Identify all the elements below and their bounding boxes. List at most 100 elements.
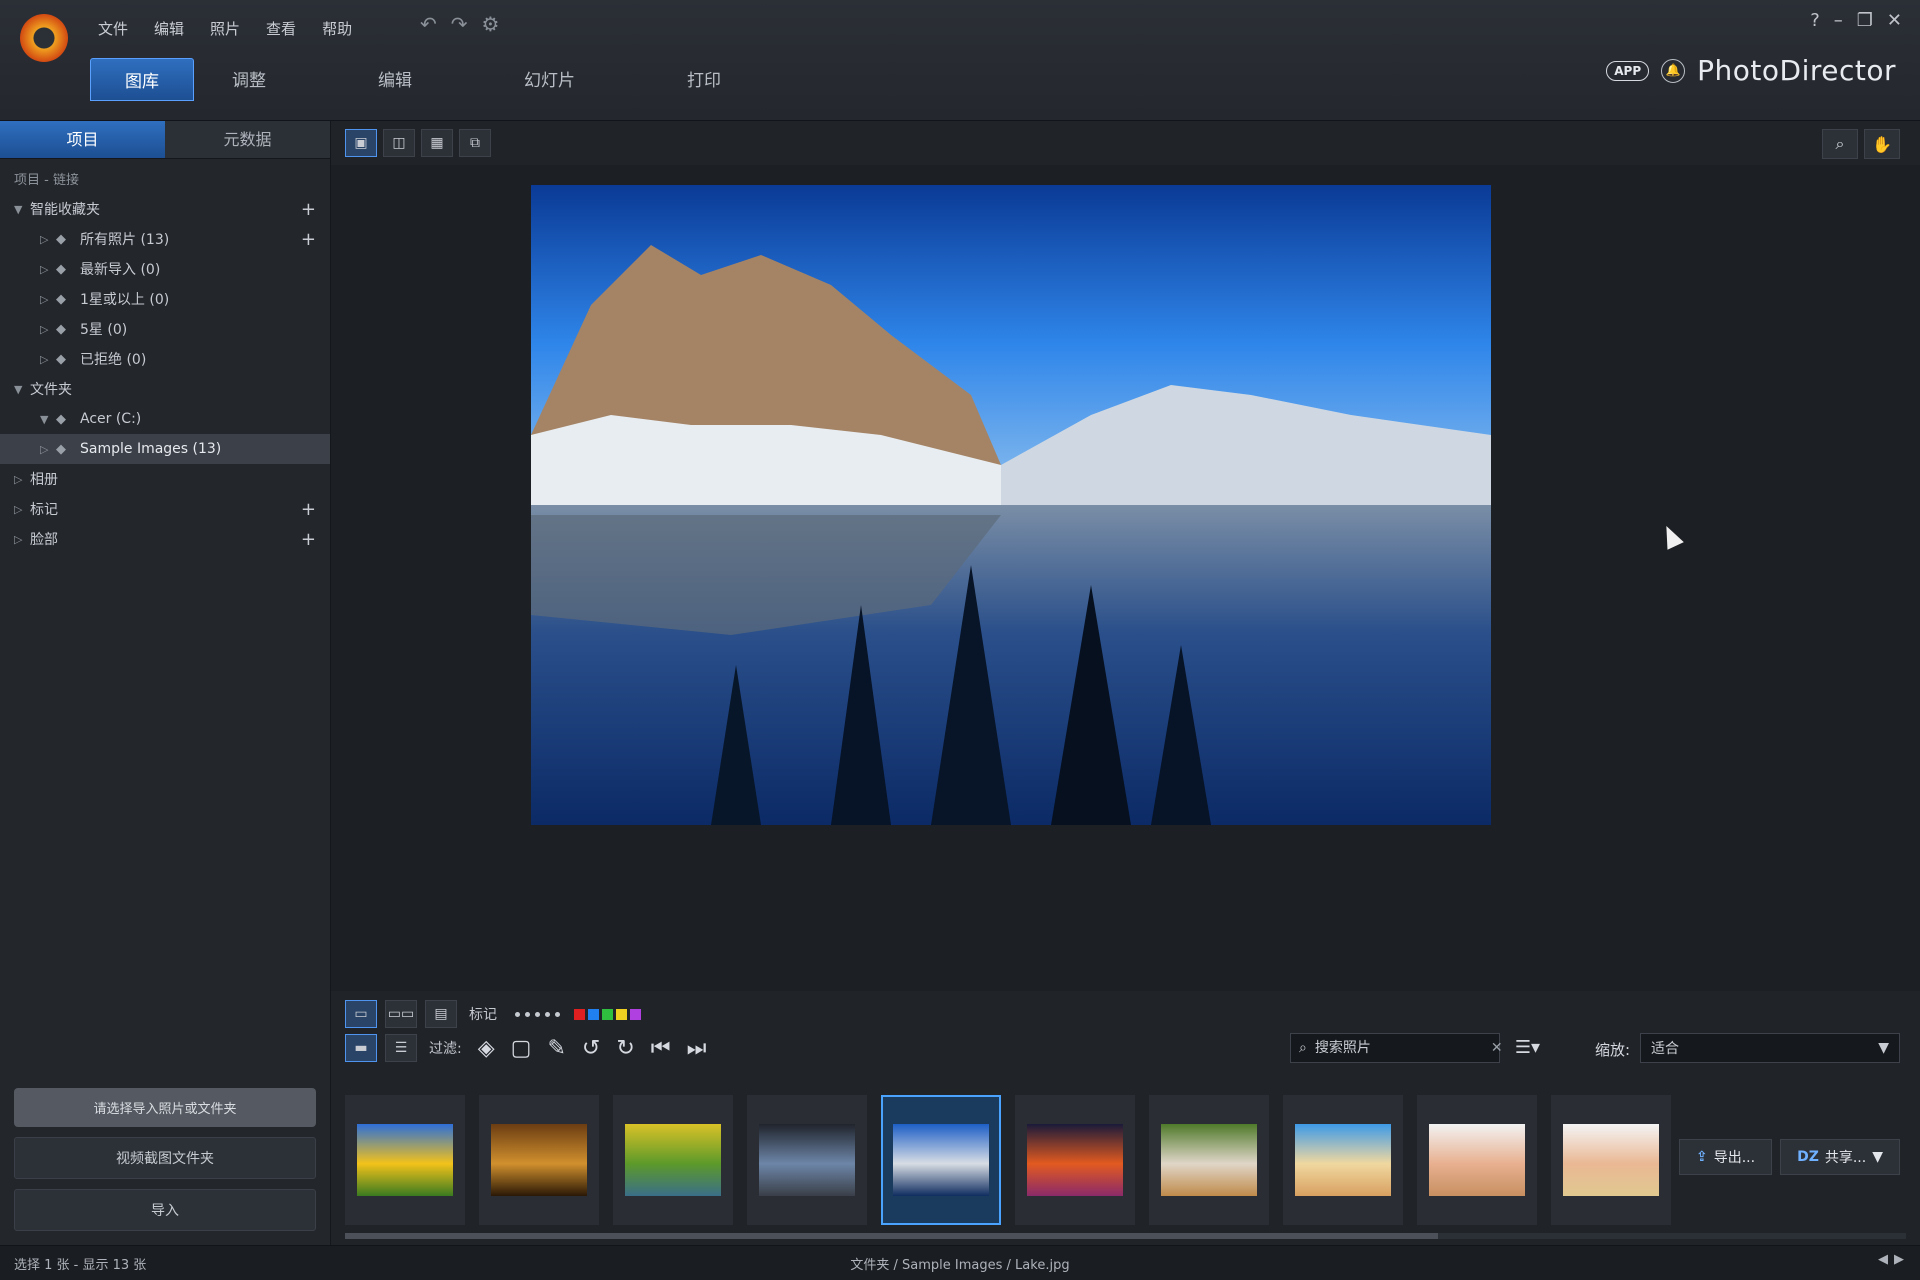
help-icon[interactable]: ? (1810, 10, 1820, 31)
filter-face-icon[interactable]: ◈ (474, 1036, 499, 1061)
tree-item[interactable]: ▼ 智能收藏夹 + (0, 194, 330, 224)
sort-icon[interactable]: ☰▾ (1515, 1037, 1540, 1058)
next-photo-icon[interactable]: ⏭ (683, 1036, 711, 1061)
zoom-dropdown[interactable]: 适合 ▼ (1640, 1033, 1900, 1063)
close-icon[interactable]: ✕ (1887, 10, 1902, 31)
filmstrip-scrollbar[interactable] (345, 1233, 1906, 1239)
notification-bell-icon[interactable]: 🔔 (1661, 58, 1686, 83)
expand-arrow-icon[interactable]: ▷ (40, 263, 56, 276)
thumbnail-spiral[interactable] (479, 1095, 599, 1225)
filter-brush-icon[interactable]: ✎ (543, 1036, 569, 1061)
color-label-swatch[interactable] (630, 1008, 641, 1020)
menu-photo[interactable]: 照片 (200, 14, 250, 43)
tree-item[interactable]: ▼ ◆ Acer (C:) (0, 404, 330, 434)
grid-view-icon[interactable]: ▦ (421, 129, 453, 157)
list-detail-icon[interactable]: ☰ (385, 1034, 417, 1062)
color-label-swatch[interactable] (574, 1008, 585, 1020)
add-icon[interactable]: + (301, 499, 316, 520)
previous-photo-icon[interactable]: ⏮ (647, 1036, 675, 1061)
settings-gear-icon[interactable]: ⚙ (482, 12, 500, 36)
menu-edit[interactable]: 编辑 (144, 14, 194, 43)
color-label-swatch[interactable] (616, 1008, 627, 1020)
clear-search-icon[interactable]: ✕ (1491, 1040, 1503, 1056)
share-button[interactable]: DZ 共享... ▼ (1780, 1139, 1900, 1175)
expand-arrow-icon[interactable]: ▷ (40, 293, 56, 306)
thumbnail-beach[interactable] (1283, 1095, 1403, 1225)
menu-help[interactable]: 帮助 (312, 14, 362, 43)
hand-pan-icon[interactable]: ✋ (1864, 129, 1900, 159)
redo-icon[interactable]: ↷ (451, 12, 468, 36)
tree-item[interactable]: ▷ 标记 + (0, 494, 330, 524)
tree-item[interactable]: ▷ ◆ 最新导入 (0) (0, 254, 330, 284)
star-1[interactable] (515, 1011, 520, 1017)
tree-item[interactable]: ▷ ◆ 5星 (0) (0, 314, 330, 344)
list-strip-icon[interactable]: ▬ (345, 1034, 377, 1062)
sidebar-tab-project[interactable]: 项目 (0, 121, 165, 159)
tab-library[interactable]: 图库 (90, 58, 194, 101)
tree-item[interactable]: ▷ ◆ 1星或以上 (0) (0, 284, 330, 314)
image-view-icon[interactable]: ◫ (383, 129, 415, 157)
tree-item[interactable]: ▷ 脸部 + (0, 524, 330, 554)
star-4[interactable] (545, 1011, 550, 1017)
search-input[interactable] (1312, 1039, 1491, 1057)
thumbnail-kitten[interactable] (1149, 1095, 1269, 1225)
add-icon[interactable]: + (301, 229, 316, 250)
watch-folder-button[interactable]: 视频截图文件夹 (14, 1137, 316, 1179)
expand-arrow-icon[interactable]: ▼ (14, 383, 30, 396)
tab-slideshow[interactable]: 幻灯片 (490, 58, 609, 101)
thumbnail-sunflower[interactable] (345, 1095, 465, 1225)
star-2[interactable] (525, 1011, 530, 1017)
rotate-left-icon[interactable]: ↺ (578, 1036, 604, 1061)
rotate-right-icon[interactable]: ↻ (612, 1036, 638, 1061)
filmstrip-double-icon[interactable]: ▭▭ (385, 1000, 417, 1028)
star-3[interactable] (535, 1011, 540, 1017)
expand-arrow-icon[interactable]: ▼ (14, 203, 30, 216)
expand-arrow-icon[interactable]: ▷ (40, 233, 56, 246)
tree-item[interactable]: ▷ 相册 (0, 464, 330, 494)
add-icon[interactable]: + (301, 199, 316, 220)
tree-item[interactable]: ▷ ◆ Sample Images (13) (0, 434, 330, 464)
tree-item[interactable]: ▷ ◆ 所有照片 (13) + (0, 224, 330, 254)
filmstrip-triple-icon[interactable]: ▤ (425, 1000, 457, 1028)
app-badge-button[interactable]: APP (1606, 60, 1650, 81)
tree-item[interactable]: ▷ ◆ 已拒绝 (0) (0, 344, 330, 374)
export-button[interactable]: ⇪ 导出... (1678, 1139, 1773, 1175)
filmstrip-single-icon[interactable]: ▭ (345, 1000, 377, 1028)
menu-view[interactable]: 查看 (256, 14, 306, 43)
color-label-swatch[interactable] (588, 1008, 599, 1020)
minimize-icon[interactable]: – (1834, 10, 1843, 31)
star-5[interactable] (555, 1011, 560, 1017)
star-rating[interactable] (515, 1011, 560, 1017)
restore-icon[interactable]: ❐ (1857, 10, 1873, 31)
expand-arrow-icon[interactable]: ▷ (14, 503, 30, 516)
expand-arrow-icon[interactable]: ▷ (40, 353, 56, 366)
expand-arrow-icon[interactable]: ▷ (40, 443, 56, 456)
add-icon[interactable]: + (301, 529, 316, 550)
scroll-left-icon[interactable]: ◀ (1878, 1252, 1888, 1267)
tab-print[interactable]: 打印 (653, 58, 755, 101)
thumbnail-lake[interactable] (881, 1095, 1001, 1225)
filter-frame-icon[interactable]: ▢ (507, 1036, 536, 1061)
thumbnail-woman[interactable] (1417, 1095, 1537, 1225)
menu-file[interactable]: 文件 (88, 14, 138, 43)
tree-item[interactable]: ▼ 文件夹 (0, 374, 330, 404)
thumbnail-bicycle[interactable] (613, 1095, 733, 1225)
filmstrip-scroll-thumb[interactable] (345, 1233, 1438, 1239)
expand-arrow-icon[interactable]: ▷ (14, 533, 30, 546)
expand-arrow-icon[interactable]: ▷ (14, 473, 30, 486)
expand-arrow-icon[interactable]: ▼ (40, 413, 56, 426)
tab-adjust[interactable]: 调整 (198, 58, 300, 101)
tab-edit[interactable]: 编辑 (344, 58, 446, 101)
scroll-right-icon[interactable]: ▶ (1894, 1252, 1904, 1267)
color-label-swatch[interactable] (602, 1008, 613, 1020)
single-view-icon[interactable]: ▣ (345, 129, 377, 157)
expand-arrow-icon[interactable]: ▷ (40, 323, 56, 336)
thumbnail-lake-dark[interactable] (747, 1095, 867, 1225)
sidebar-tab-metadata[interactable]: 元数据 (165, 121, 330, 159)
compare-view-icon[interactable]: ⧉ (459, 129, 491, 157)
undo-icon[interactable]: ↶ (420, 12, 437, 36)
import-button[interactable]: 导入 (14, 1189, 316, 1231)
zoom-magnifier-icon[interactable]: ⌕ (1822, 129, 1858, 159)
thumbnail-girl[interactable] (1551, 1095, 1671, 1225)
flag-label[interactable]: 标记 (469, 1004, 497, 1024)
